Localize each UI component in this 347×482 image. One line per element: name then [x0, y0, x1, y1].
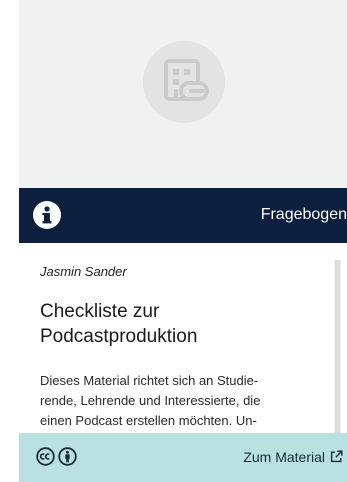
- to-material-label: Zum Material: [243, 449, 325, 465]
- material-type-bar: Fragebogen: [19, 188, 347, 243]
- material-card: Fragebogen Jasmin Sander Checkliste zur …: [19, 0, 347, 482]
- card-footer: Zum Material: [19, 433, 347, 482]
- description-line: einen Podcast erstellen möchten. Un-: [40, 413, 257, 428]
- description-line: rende, Lehrende und Interessierte, die: [40, 393, 261, 408]
- material-thumbnail[interactable]: [19, 0, 347, 188]
- by-attribution-icon[interactable]: [58, 447, 77, 466]
- material-title[interactable]: Checkliste zur Podcastproduktion: [40, 299, 320, 349]
- author-name: Jasmin Sander: [40, 264, 127, 279]
- to-material-link[interactable]: Zum Material: [243, 448, 343, 468]
- scrollbar[interactable]: [334, 260, 341, 433]
- material-description: Dieses Material richtet sich an Studie- …: [40, 371, 325, 431]
- card-content: Jasmin Sander Checkliste zur Podcastprod…: [19, 243, 347, 433]
- scrollbar-thumb[interactable]: [335, 260, 340, 433]
- cc-icon[interactable]: [36, 447, 55, 466]
- description-line: Dieses Material richtet sich an Studie-: [40, 373, 259, 388]
- material-type-label: Fragebogen: [260, 206, 347, 223]
- questionnaire-icon: [143, 41, 225, 123]
- external-link-icon: [330, 450, 343, 463]
